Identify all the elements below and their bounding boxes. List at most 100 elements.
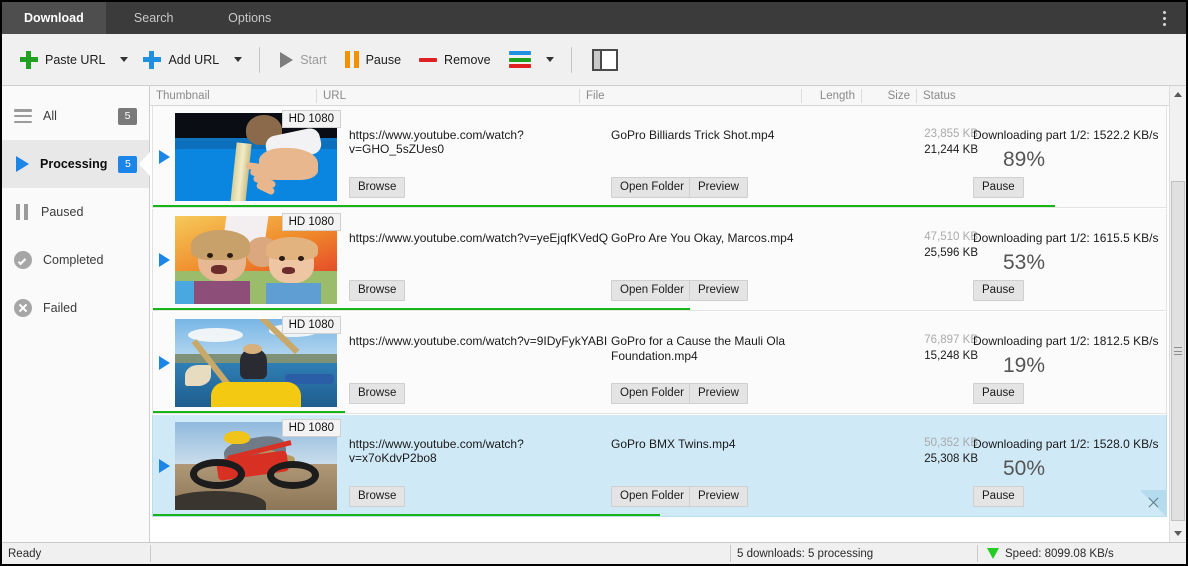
sidebar-item-failed[interactable]: Failed (2, 284, 149, 332)
add-url-button[interactable]: Add URL (135, 46, 227, 74)
row-close-icon[interactable] (1140, 490, 1166, 516)
paste-url-button[interactable]: Paste URL (12, 46, 113, 74)
browse-button[interactable]: Browse (349, 177, 406, 198)
row-status: Downloading part 1/2: 1812.5 KB/s (973, 334, 1159, 348)
row-url: https://www.youtube.com/watch?v=yeEjqfKV… (349, 231, 609, 245)
scrollbar-grip-icon (1174, 347, 1182, 355)
row-size-done: 15,248 KB (924, 350, 978, 362)
row-pause-button[interactable]: Pause (973, 177, 1024, 198)
start-button[interactable]: Start (272, 47, 334, 73)
quality-selector-button[interactable] (501, 46, 539, 73)
row-size-total: 76,897 KB (924, 334, 978, 346)
sidebar-item-failed-label: Failed (43, 301, 78, 315)
column-headers: Thumbnail URL File Length Size Status (150, 86, 1186, 106)
start-label: Start (300, 52, 327, 67)
hd-quality-badge: HD 1080 (281, 213, 341, 231)
row-expand-icon[interactable] (153, 209, 175, 310)
row-status: Downloading part 1/2: 1522.2 KB/s (973, 128, 1159, 142)
scroll-up-button[interactable] (1170, 86, 1186, 103)
preview-button[interactable]: Preview (689, 486, 748, 507)
vertical-scrollbar[interactable] (1169, 86, 1186, 542)
row-size-done: 25,596 KB (924, 247, 978, 259)
open-folder-button[interactable]: Open Folder (611, 486, 693, 507)
table-row[interactable]: HD 1080 https://www.youtube.com/watch?v=… (152, 106, 1167, 208)
row-expand-icon[interactable] (153, 415, 175, 516)
row-percent: 89% (1003, 148, 1046, 171)
row-thumbnail[interactable]: HD 1080 (175, 106, 341, 207)
status-ready-label: Ready (8, 547, 42, 560)
row-size-total: 50,352 KB (924, 437, 978, 449)
tab-download[interactable]: Download (2, 2, 106, 34)
row-file: GoPro for a Cause the Mauli Ola Foundati… (611, 334, 786, 363)
column-header-status[interactable]: Status (917, 89, 1169, 103)
status-bar: Ready 5 downloads: 5 processing Speed: 8… (2, 542, 1186, 564)
column-header-thumbnail[interactable]: Thumbnail (150, 88, 317, 103)
sidebar-item-processing[interactable]: Processing 5 (2, 140, 150, 188)
scroll-down-button[interactable] (1170, 525, 1186, 542)
pause-button[interactable]: Pause (337, 46, 409, 73)
remove-button[interactable]: Remove (411, 48, 499, 72)
more-vertical-icon[interactable] (1150, 2, 1178, 34)
row-progress-bar (153, 308, 690, 310)
table-row[interactable]: HD 1080 https://www.youtube.com/watch?v=… (152, 209, 1167, 311)
preview-button[interactable]: Preview (689, 383, 748, 404)
column-header-file[interactable]: File (580, 88, 802, 103)
table-row[interactable]: HD 1080 https://www.youtube.com/watch?v=… (152, 415, 1167, 517)
check-circle-icon (14, 251, 32, 269)
row-percent: 50% (1003, 457, 1046, 480)
row-size-total: 23,855 KB (924, 128, 978, 140)
tab-search-label: Search (133, 11, 174, 25)
row-status: Downloading part 1/2: 1528.0 KB/s (973, 437, 1159, 451)
row-pause-button[interactable]: Pause (973, 280, 1024, 301)
column-header-length[interactable]: Length (802, 88, 862, 103)
split-panel-button[interactable] (584, 44, 626, 76)
download-rows: HD 1080 https://www.youtube.com/watch?v=… (150, 106, 1186, 518)
row-pause-button[interactable]: Pause (973, 383, 1024, 404)
tab-search[interactable]: Search (106, 2, 202, 34)
scrollbar-thumb[interactable] (1171, 181, 1185, 521)
paste-url-dropdown-icon[interactable] (115, 47, 133, 73)
row-file: GoPro Are You Okay, Marcos.mp4 (611, 231, 794, 245)
hd-quality-badge: HD 1080 (281, 419, 341, 437)
horizontal-scrollbar[interactable] (152, 520, 1167, 534)
play-icon (280, 51, 294, 68)
row-percent: 53% (1003, 251, 1046, 274)
tab-options[interactable]: Options (202, 2, 298, 34)
row-thumbnail[interactable]: HD 1080 (175, 415, 341, 516)
sidebar-item-processing-label: Processing (40, 157, 108, 171)
column-header-url[interactable]: URL (317, 88, 580, 103)
row-url: https://www.youtube.com/watch?v=GHO_5sZU… (349, 128, 524, 156)
sidebar-item-all[interactable]: All 5 (2, 92, 149, 140)
open-folder-button[interactable]: Open Folder (611, 280, 693, 301)
row-file: GoPro BMX Twins.mp4 (611, 437, 736, 451)
sidebar-item-processing-badge: 5 (118, 155, 138, 173)
row-thumbnail[interactable]: HD 1080 (175, 209, 341, 310)
table-row[interactable]: HD 1080 https://www.youtube.com/watch?v=… (152, 312, 1167, 414)
sidebar-item-paused[interactable]: Paused (2, 188, 149, 236)
preview-button[interactable]: Preview (689, 280, 748, 301)
row-size-done: 21,244 KB (924, 144, 978, 156)
column-header-size[interactable]: Size (862, 88, 917, 103)
open-folder-button[interactable]: Open Folder (611, 177, 693, 198)
add-url-dropdown-icon[interactable] (229, 47, 247, 73)
download-arrow-icon (987, 548, 999, 559)
sidebar-item-all-badge: 5 (118, 107, 137, 125)
row-expand-icon[interactable] (153, 312, 175, 413)
tab-options-label: Options (228, 11, 272, 25)
row-size-done: 25,308 KB (924, 453, 978, 465)
color-stripes-icon (508, 51, 531, 68)
row-expand-icon[interactable] (153, 106, 175, 207)
row-thumbnail[interactable]: HD 1080 (175, 312, 341, 413)
browse-button[interactable]: Browse (349, 486, 406, 507)
row-pause-button[interactable]: Pause (973, 486, 1024, 507)
sidebar-item-completed[interactable]: Completed (2, 236, 149, 284)
preview-button[interactable]: Preview (689, 177, 748, 198)
main-toolbar: Paste URL Add URL Start Pause Remove (2, 34, 1186, 86)
browse-button[interactable]: Browse (349, 280, 406, 301)
open-folder-button[interactable]: Open Folder (611, 383, 693, 404)
quality-dropdown-icon[interactable] (541, 47, 559, 73)
toolbar-divider (259, 46, 261, 73)
chevron-up-icon (1174, 92, 1182, 97)
browse-button[interactable]: Browse (349, 383, 406, 404)
toolbar-divider (570, 46, 572, 73)
